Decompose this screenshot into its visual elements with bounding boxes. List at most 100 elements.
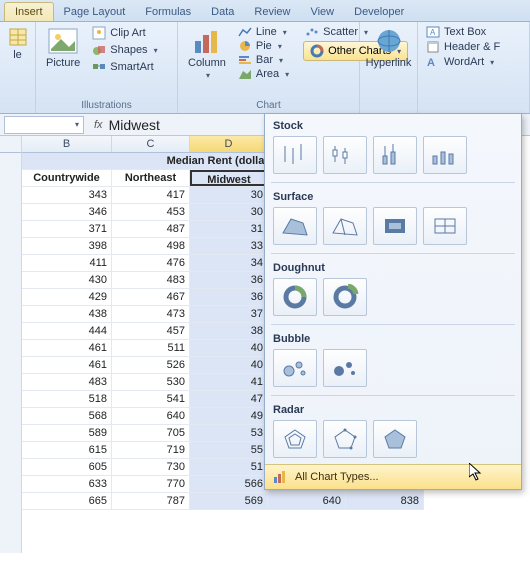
cell[interactable]: 33 (190, 238, 268, 254)
cell[interactable]: 719 (112, 442, 190, 458)
textbox-button[interactable]: AText Box (424, 25, 523, 39)
cell[interactable]: 498 (112, 238, 190, 254)
cell[interactable]: 615 (22, 442, 112, 458)
cell[interactable]: 787 (112, 493, 190, 509)
cell[interactable]: 640 (112, 408, 190, 424)
cell[interactable]: 40 (190, 357, 268, 373)
cell[interactable]: 473 (112, 306, 190, 322)
cell[interactable]: 55 (190, 442, 268, 458)
cell[interactable]: 476 (112, 255, 190, 271)
doughnut-type-1[interactable] (273, 278, 317, 316)
cell[interactable]: 568 (22, 408, 112, 424)
cell[interactable]: 453 (112, 204, 190, 220)
stock-type-3[interactable] (373, 136, 417, 174)
cell[interactable]: 36 (190, 289, 268, 305)
cell[interactable]: 51 (190, 459, 268, 475)
line-chart-button[interactable]: Line▾ (236, 25, 291, 39)
pie-chart-button[interactable]: Pie▾ (236, 39, 291, 53)
radar-type-2[interactable] (323, 420, 367, 458)
cell[interactable]: 770 (112, 476, 190, 492)
cell[interactable]: 526 (112, 357, 190, 373)
stock-type-2[interactable] (323, 136, 367, 174)
cell[interactable]: 483 (22, 374, 112, 390)
bar-chart-button[interactable]: Bar▾ (236, 53, 291, 67)
column-header-C[interactable]: C (112, 136, 190, 152)
cell[interactable]: 605 (22, 459, 112, 475)
cell[interactable]: 38 (190, 323, 268, 339)
cell[interactable]: 438 (22, 306, 112, 322)
cell[interactable]: 346 (22, 204, 112, 220)
all-chart-types-button[interactable]: All Chart Types... (265, 464, 521, 489)
cell[interactable]: 37 (190, 306, 268, 322)
surface-type-3[interactable] (373, 207, 417, 245)
cell[interactable]: 417 (112, 187, 190, 203)
cell[interactable]: 461 (22, 357, 112, 373)
radar-type-1[interactable] (273, 420, 317, 458)
table-button-shadow[interactable]: le (6, 25, 29, 63)
cell[interactable]: 511 (112, 340, 190, 356)
cell[interactable]: Northeast (112, 170, 190, 186)
cell[interactable]: 343 (22, 187, 112, 203)
cell[interactable]: 429 (22, 289, 112, 305)
cell[interactable]: Countrywide (22, 170, 112, 186)
cell[interactable]: 53 (190, 425, 268, 441)
smartart-button[interactable]: SmartArt (90, 59, 159, 75)
cell[interactable]: 40 (190, 340, 268, 356)
surface-type-4[interactable] (423, 207, 467, 245)
cell[interactable]: 36 (190, 272, 268, 288)
cell[interactable]: 705 (112, 425, 190, 441)
doughnut-type-2[interactable] (323, 278, 367, 316)
cell[interactable]: 530 (112, 374, 190, 390)
hyperlink-button[interactable]: Hyperlink (366, 25, 411, 71)
cell[interactable]: 371 (22, 221, 112, 237)
cell[interactable]: 487 (112, 221, 190, 237)
cell[interactable]: 518 (22, 391, 112, 407)
cell[interactable]: 633 (22, 476, 112, 492)
area-chart-button[interactable]: Area▾ (236, 67, 291, 81)
cell[interactable]: 30 (190, 204, 268, 220)
cell[interactable]: 41 (190, 374, 268, 390)
tab-data[interactable]: Data (201, 3, 244, 21)
tab-review[interactable]: Review (244, 3, 300, 21)
fx-button[interactable]: fx (88, 119, 109, 131)
surface-type-1[interactable] (273, 207, 317, 245)
cell[interactable]: 541 (112, 391, 190, 407)
cell[interactable]: 461 (22, 340, 112, 356)
cell[interactable]: 411 (22, 255, 112, 271)
column-header-D[interactable]: D (190, 136, 268, 152)
cell[interactable]: 457 (112, 323, 190, 339)
stock-type-4[interactable] (423, 136, 467, 174)
cell[interactable]: Midwest (190, 170, 268, 186)
radar-type-3[interactable] (373, 420, 417, 458)
cell[interactable]: 589 (22, 425, 112, 441)
cell[interactable]: 838 (346, 493, 424, 509)
cell[interactable]: 34 (190, 255, 268, 271)
headerfooter-button[interactable]: Header & F (424, 40, 523, 54)
shapes-button[interactable]: Shapes▾ (90, 42, 159, 58)
tab-view[interactable]: View (300, 3, 344, 21)
tab-formulas[interactable]: Formulas (135, 3, 201, 21)
column-header-B[interactable]: B (22, 136, 112, 152)
cell[interactable]: 31 (190, 221, 268, 237)
column-chart-button[interactable]: Column▾ (184, 25, 230, 82)
cell[interactable]: 430 (22, 272, 112, 288)
bubble-type-1[interactable] (273, 349, 317, 387)
cell[interactable]: 483 (112, 272, 190, 288)
cell[interactable]: 640 (268, 493, 346, 509)
tab-developer[interactable]: Developer (344, 3, 414, 21)
stock-type-1[interactable] (273, 136, 317, 174)
bubble-type-2[interactable] (323, 349, 367, 387)
cell[interactable]: 398 (22, 238, 112, 254)
cell[interactable]: 569 (190, 493, 268, 509)
cell[interactable]: 47 (190, 391, 268, 407)
tab-insert[interactable]: Insert (4, 2, 54, 21)
picture-button[interactable]: Picture (42, 25, 84, 71)
cell[interactable]: 444 (22, 323, 112, 339)
cell[interactable]: 467 (112, 289, 190, 305)
cell[interactable]: 730 (112, 459, 190, 475)
clipart-button[interactable]: Clip Art (90, 25, 159, 41)
name-box[interactable]: ▾ (4, 116, 84, 134)
cell[interactable]: 665 (22, 493, 112, 509)
cell[interactable]: 30 (190, 187, 268, 203)
cell[interactable]: 566 (190, 476, 268, 492)
